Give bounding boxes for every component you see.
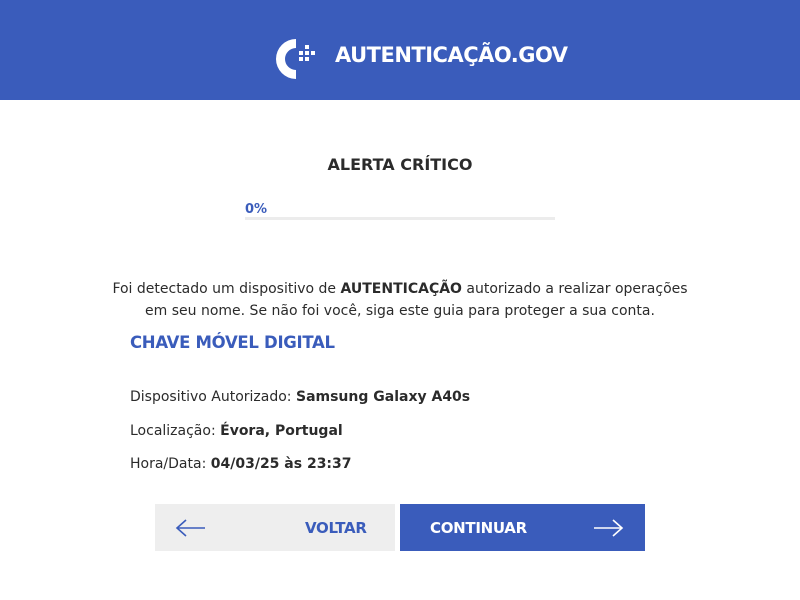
location-value: Évora, Portugal xyxy=(220,423,343,439)
arrow-left-icon xyxy=(175,519,205,537)
header-bar: AUTENTICAÇÃO.GOV xyxy=(0,0,800,100)
back-button-label: VOLTAR xyxy=(305,519,367,537)
back-button[interactable]: VOLTAR xyxy=(155,504,395,551)
progress-percent: 0% xyxy=(245,202,268,217)
autenticacao-gov-logo-icon xyxy=(276,39,315,79)
datetime-value: 04/03/25 às 23:37 xyxy=(210,456,352,472)
continue-button-label: CONTINUAR xyxy=(430,519,527,537)
datetime-label: Hora/Data: xyxy=(130,456,211,472)
continue-button[interactable]: CONTINUAR xyxy=(400,504,645,551)
progress-bar xyxy=(245,217,555,220)
message-highlight: AUTENTICAÇÃO xyxy=(340,281,462,297)
brand-title: AUTENTICAÇÃO.GOV xyxy=(335,43,568,67)
device-value: Samsung Galaxy A40s xyxy=(295,389,471,405)
location-label: Localização: xyxy=(130,423,221,439)
datetime-row: Hora/Data: 04/03/25 às 23:37 xyxy=(130,456,352,472)
device-row: Dispositivo Autorizado: Samsung Galaxy A… xyxy=(130,389,470,405)
device-label: Dispositivo Autorizado: xyxy=(130,389,296,405)
alert-title: ALERTA CRÍTICO xyxy=(327,155,473,174)
section-title: CHAVE MÓVEL DIGITAL xyxy=(130,333,335,352)
arrow-right-icon xyxy=(594,519,624,537)
location-row: Localização: Évora, Portugal xyxy=(130,423,343,439)
alert-message: Foi detectado um dispositivo de AUTENTIC… xyxy=(100,278,700,322)
message-text-start: Foi detectado um dispositivo de xyxy=(112,281,341,297)
